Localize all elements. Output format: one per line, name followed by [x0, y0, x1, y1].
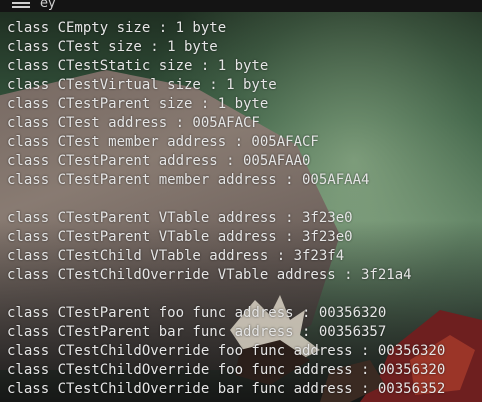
window-title: ey — [40, 0, 56, 11]
console-line: class CTestChildOverride bar func addres… — [7, 381, 446, 397]
console-line: class CTestParent VTable address : 3f23e… — [7, 210, 353, 226]
console-line: class CTestChildOverride foo func addres… — [7, 343, 446, 359]
console-line: class CTestParent size : 1 byte — [7, 96, 269, 112]
console-output: class CEmpty size : 1 byte class CTest si… — [7, 19, 445, 399]
console-line: class CTestParent member address : 005AF… — [7, 172, 370, 188]
hamburger-menu-icon[interactable] — [12, 0, 30, 8]
console-line: class CTestParent foo func address : 003… — [7, 305, 387, 321]
console-line: class CTestParent VTable address : 3f23e… — [7, 229, 353, 245]
console-line: class CTest address : 005AFACF — [7, 115, 260, 131]
console-line: class CTestChildOverride VTable address … — [7, 267, 412, 283]
console-line: class CTestChild VTable address : 3f23f4 — [7, 248, 345, 264]
console-line: class CTest size : 1 byte — [7, 39, 218, 55]
console-line: class CTestParent bar func address : 003… — [7, 324, 387, 340]
console-line: class CEmpty size : 1 byte — [7, 20, 227, 36]
console-line: class CTestVirtual size : 1 byte — [7, 77, 277, 93]
console-line: class CTestChildOverride foo func addres… — [7, 362, 446, 378]
console-line: class CTestStatic size : 1 byte — [7, 58, 269, 74]
console-titlebar — [0, 0, 482, 12]
console-line: class CTestParent address : 005AFAA0 — [7, 153, 311, 169]
console-line: class CTest member address : 005AFACF — [7, 134, 319, 150]
